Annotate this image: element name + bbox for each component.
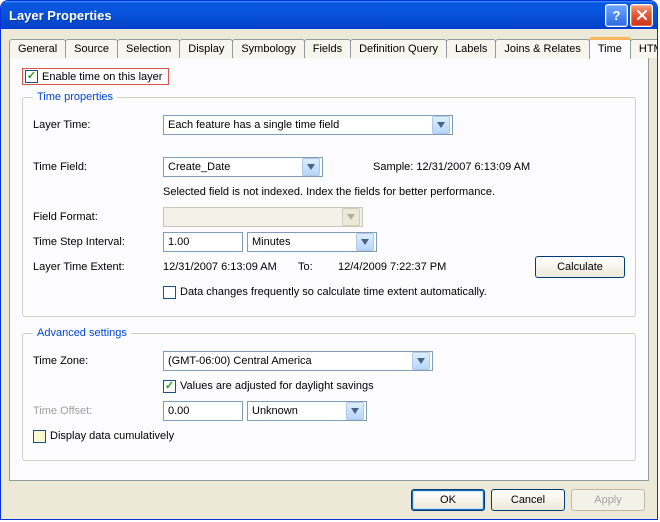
window-title: Layer Properties — [9, 8, 603, 23]
time-step-input[interactable]: 1.00 — [163, 232, 243, 252]
display-cumulative-label: Display data cumulatively — [50, 430, 174, 442]
chevron-down-icon — [412, 352, 430, 370]
time-step-label: Time Step Interval: — [33, 236, 163, 248]
client-area: General Source Selection Display Symbolo… — [1, 29, 657, 519]
chevron-down-icon — [302, 158, 320, 176]
not-indexed-message: Selected field is not indexed. Index the… — [163, 186, 495, 198]
enable-time-label: Enable time on this layer — [42, 71, 162, 83]
layer-time-label: Layer Time: — [33, 119, 163, 131]
daylight-savings-checkbox[interactable]: ✓ — [163, 380, 176, 393]
layer-properties-dialog: Layer Properties ? General Source Select… — [0, 0, 658, 520]
tab-symbology[interactable]: Symbology — [232, 39, 304, 58]
calculate-button[interactable]: Calculate — [535, 256, 625, 278]
extent-from-value: 12/31/2007 6:13:09 AM — [163, 261, 298, 273]
tab-time[interactable]: Time — [589, 37, 631, 59]
cancel-button[interactable]: Cancel — [491, 489, 565, 511]
layer-time-combo[interactable]: Each feature has a single time field — [163, 115, 453, 135]
time-offset-input[interactable]: 0.00 — [163, 401, 243, 421]
time-zone-label: Time Zone: — [33, 355, 163, 367]
tab-display[interactable]: Display — [179, 39, 233, 58]
display-cumulative-checkbox[interactable] — [33, 430, 46, 443]
chevron-down-icon — [342, 208, 360, 226]
daylight-savings-label: Values are adjusted for daylight savings — [180, 380, 374, 392]
tab-source[interactable]: Source — [65, 39, 118, 58]
tabpage-time: ✓ Enable time on this layer Time propert… — [9, 57, 649, 481]
sample-label: Sample: 12/31/2007 6:13:09 AM — [373, 161, 530, 173]
ok-button[interactable]: OK — [411, 489, 485, 511]
time-field-combo[interactable]: Create_Date — [163, 157, 323, 177]
tab-selection[interactable]: Selection — [117, 39, 180, 58]
help-button[interactable]: ? — [605, 4, 628, 27]
time-offset-unit-combo[interactable]: Unknown — [247, 401, 367, 421]
tab-fields[interactable]: Fields — [304, 39, 351, 58]
titlebar[interactable]: Layer Properties ? — [1, 1, 657, 29]
tab-joins-relates[interactable]: Joins & Relates — [495, 39, 589, 58]
layer-time-extent-label: Layer Time Extent: — [33, 261, 163, 273]
time-properties-group: Time properties Layer Time: Each feature… — [22, 91, 636, 317]
auto-calc-label: Data changes frequently so calculate tim… — [180, 286, 487, 298]
time-offset-label: Time Offset: — [33, 405, 163, 417]
chevron-down-icon — [356, 233, 374, 251]
time-properties-legend: Time properties — [33, 91, 117, 103]
enable-time-checkbox[interactable]: ✓ — [25, 70, 38, 83]
apply-button: Apply — [571, 489, 645, 511]
extent-to-value: 12/4/2009 7:22:37 PM — [338, 261, 478, 273]
advanced-settings-legend: Advanced settings — [33, 327, 131, 339]
extent-to-label: To: — [298, 261, 338, 273]
tabstrip: General Source Selection Display Symbolo… — [9, 37, 649, 58]
tab-html-popup[interactable]: HTML Popup — [630, 39, 658, 58]
enable-time-highlight: ✓ Enable time on this layer — [22, 68, 169, 85]
tab-definition-query[interactable]: Definition Query — [350, 39, 447, 58]
close-button[interactable] — [630, 4, 653, 27]
chevron-down-icon — [432, 116, 450, 134]
chevron-down-icon — [346, 402, 364, 420]
tab-general[interactable]: General — [9, 39, 66, 58]
field-format-combo — [163, 207, 363, 227]
advanced-settings-group: Advanced settings Time Zone: (GMT-06:00)… — [22, 327, 636, 461]
auto-calc-checkbox[interactable] — [163, 286, 176, 299]
time-step-unit-combo[interactable]: Minutes — [247, 232, 377, 252]
tab-labels[interactable]: Labels — [446, 39, 496, 58]
time-field-label: Time Field: — [33, 161, 163, 173]
field-format-label: Field Format: — [33, 211, 163, 223]
time-zone-combo[interactable]: (GMT-06:00) Central America — [163, 351, 433, 371]
dialog-footer: OK Cancel Apply — [9, 481, 649, 515]
